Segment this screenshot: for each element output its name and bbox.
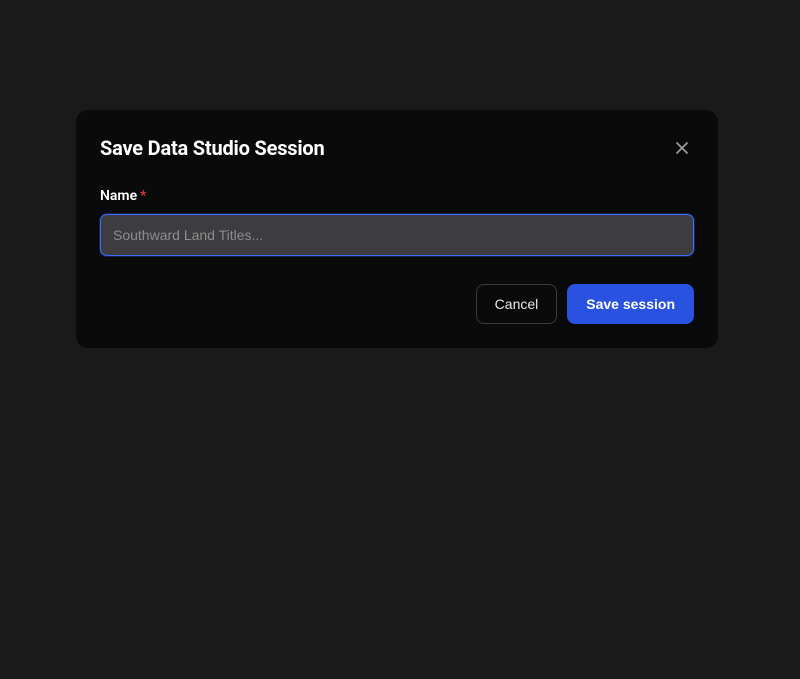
save-session-button[interactable]: Save session xyxy=(567,284,694,324)
name-label-text: Name xyxy=(100,188,137,204)
modal-footer: Cancel Save session xyxy=(100,284,694,324)
required-asterisk: * xyxy=(140,188,146,204)
modal-title: Save Data Studio Session xyxy=(100,136,325,160)
close-icon xyxy=(674,140,690,156)
cancel-button[interactable]: Cancel xyxy=(476,284,558,324)
name-field-label: Name* xyxy=(100,188,694,204)
modal-header: Save Data Studio Session xyxy=(100,136,694,160)
save-session-modal: Save Data Studio Session Name* Cancel Sa… xyxy=(76,110,718,348)
close-button[interactable] xyxy=(670,136,694,160)
name-field-group: Name* xyxy=(100,188,694,256)
session-name-input[interactable] xyxy=(100,214,694,256)
